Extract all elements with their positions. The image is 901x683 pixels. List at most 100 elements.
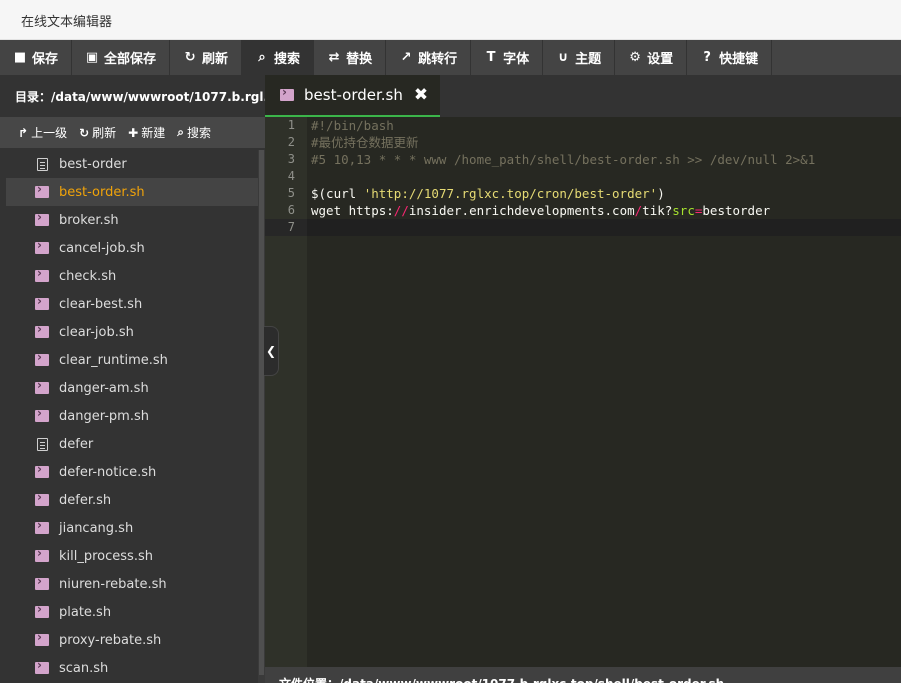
shell-file-icon [35, 574, 49, 590]
file-item[interactable]: clear_runtime.sh [0, 346, 258, 374]
collapse-sidebar-button[interactable]: ❮ [264, 326, 279, 376]
toolbar-button-7[interactable]: ∪ 主题 [543, 40, 616, 75]
close-tab-icon[interactable]: ✖ [414, 85, 428, 105]
toolbar-button-2[interactable]: ↻ 刷新 [170, 40, 243, 75]
file-item[interactable]: scan.sh [0, 654, 258, 682]
shell-file-icon [280, 85, 294, 101]
file-item[interactable]: defer.sh [0, 486, 258, 514]
file-item[interactable]: check.sh [0, 262, 258, 290]
file-name: plate.sh [59, 604, 112, 620]
up-level-button[interactable]: ↱ 上一级 [18, 124, 67, 141]
code-line[interactable]: #5 10,13 * * * www /home_path/shell/best… [311, 151, 901, 168]
sidebar-refresh-label: 刷新 [92, 126, 117, 140]
line-number: 5 [287, 186, 295, 200]
file-item[interactable]: jiancang.sh [0, 514, 258, 542]
replace-icon: ⇄ [328, 50, 340, 65]
shell-file-icon [35, 518, 49, 534]
toolbar-button-1[interactable]: ▣ 全部保存 [72, 40, 171, 75]
toolbar-button-label: 全部保存 [104, 52, 157, 67]
shell-file-icon [35, 238, 49, 254]
file-item[interactable]: defer-notice.sh [0, 458, 258, 486]
code-line[interactable]: $(curl 'http://1077.rglxc.top/cron/best-… [311, 185, 901, 202]
save-all-icon: ▣ [85, 50, 99, 65]
code-token: 'http://1077.rglxc.top/cron/best-order' [363, 186, 658, 201]
theme-icon: ∪ [557, 50, 569, 65]
window-title: 在线文本编辑器 [21, 15, 113, 30]
code-token: insider.enrichdevelopments.com [408, 203, 635, 218]
file-item[interactable]: best-order [0, 150, 258, 178]
toolbar-button-5[interactable]: ↗ 跳转行 [386, 40, 472, 75]
file-sidebar: 目录：/data/www/wwwroot/1077.b.rgl... ↱ 上一级… [0, 75, 265, 683]
toolbar-button-3[interactable]: ⌕ 搜索 [242, 40, 315, 75]
sidebar-search-label: 搜索 [186, 126, 211, 140]
toolbar-button-6[interactable]: T 字体 [471, 40, 544, 75]
code-line[interactable] [311, 168, 901, 185]
goto-line-icon: ↗ [400, 50, 412, 65]
new-file-button[interactable]: ✚ 新建 [128, 124, 165, 141]
code-area[interactable]: #!/bin/bash #最优持仓数据更新 #5 10,13 * * * www /… [307, 117, 901, 236]
file-name: clear_runtime.sh [59, 352, 168, 368]
file-item[interactable]: clear-job.sh [0, 318, 258, 346]
toolbar-button-4[interactable]: ⇄ 替换 [314, 40, 387, 75]
code-token: $(curl [311, 186, 364, 201]
file-item[interactable]: plate.sh [0, 598, 258, 626]
file-item[interactable]: danger-am.sh [0, 374, 258, 402]
directory-path: 目录：/data/www/wwwroot/1077.b.rgl... [0, 75, 265, 117]
code-line[interactable]: #!/bin/bash [311, 117, 901, 134]
toolbar-button-9[interactable]: ? 快捷键 [687, 40, 773, 75]
code-line[interactable] [307, 219, 901, 236]
code-line[interactable]: #最优持仓数据更新 [311, 134, 901, 151]
tab-best-order-sh[interactable]: best-order.sh ✖ [265, 75, 440, 117]
line-number: 2 [287, 135, 295, 149]
new-file-label: 新建 [141, 126, 166, 140]
file-name: defer [59, 436, 94, 452]
file-item[interactable]: danger-pm.sh [0, 402, 258, 430]
refresh-icon: ↻ [79, 125, 90, 140]
toolbar: ■ 保存 ▣ 全部保存 ↻ 刷新 ⌕ 搜索 ⇄ 替换 ↗ 跳转行 T 字体 ∪ 主题 ⚙ 设置? 快捷键 [0, 40, 901, 75]
shell-file-icon [35, 602, 49, 618]
file-item[interactable]: cancel-job.sh [0, 234, 258, 262]
file-name: check.sh [59, 268, 117, 284]
code-token: ) [657, 186, 665, 201]
title-bar: 在线文本编辑器 [0, 0, 901, 40]
sidebar-refresh-button[interactable]: ↻ 刷新 [79, 124, 116, 141]
sidebar-actions: ↱ 上一级 ↻ 刷新 ✚ 新建 ⌕ 搜索 [0, 117, 265, 148]
sidebar-scrollbar[interactable] [258, 150, 265, 683]
gear-icon: ⚙ [629, 50, 641, 65]
shell-file-icon [35, 462, 49, 478]
font-icon: T [486, 50, 496, 65]
document-icon [35, 437, 49, 451]
status-bar: 文件位置：/data/www/wwwroot/1077.b.rglxc.top/… [265, 667, 901, 683]
file-item[interactable]: best-order.sh [0, 178, 258, 206]
plus-icon: ✚ [128, 125, 139, 140]
code-token: wget https: [311, 203, 394, 218]
code-token: #!/bin/bash [311, 118, 394, 133]
file-item[interactable]: defer [0, 430, 258, 458]
shell-file-icon [35, 210, 49, 226]
toolbar-button-label: 替换 [346, 52, 373, 67]
code-line[interactable]: wget https://insider.enrichdevelopments.… [311, 202, 901, 219]
file-item[interactable]: clear-best.sh [0, 290, 258, 318]
sidebar-search-button[interactable]: ⌕ 搜索 [177, 124, 211, 141]
file-item[interactable]: broker.sh [0, 206, 258, 234]
shell-file-icon [35, 350, 49, 366]
code-token: // [393, 203, 409, 218]
code-token: #最优持仓数据更新 [311, 135, 419, 150]
code-editor[interactable]: 1 2 3 4 5 6 7 #!/bin/bash #最优持仓数据更新 #5 10,13 * *… [265, 117, 901, 667]
toolbar-button-0[interactable]: ■ 保存 [0, 40, 73, 75]
shell-file-icon [35, 378, 49, 394]
file-item[interactable]: kill_process.sh [0, 542, 258, 570]
toolbar-button-label: 跳转行 [418, 52, 458, 67]
file-name: best-order [59, 156, 127, 172]
code-token: src [672, 203, 695, 218]
file-name: jiancang.sh [59, 520, 134, 536]
line-number-gutter: 1 2 3 4 5 6 7 [265, 117, 307, 667]
scrollbar-thumb[interactable] [259, 150, 264, 675]
tab-label: best-order.sh [304, 86, 403, 104]
line-number: 3 [287, 152, 295, 166]
file-item[interactable]: niuren-rebate.sh [0, 570, 258, 598]
save-icon: ■ [13, 50, 27, 65]
document-icon [35, 157, 49, 171]
file-item[interactable]: proxy-rebate.sh [0, 626, 258, 654]
toolbar-button-8[interactable]: ⚙ 设置 [615, 40, 688, 75]
